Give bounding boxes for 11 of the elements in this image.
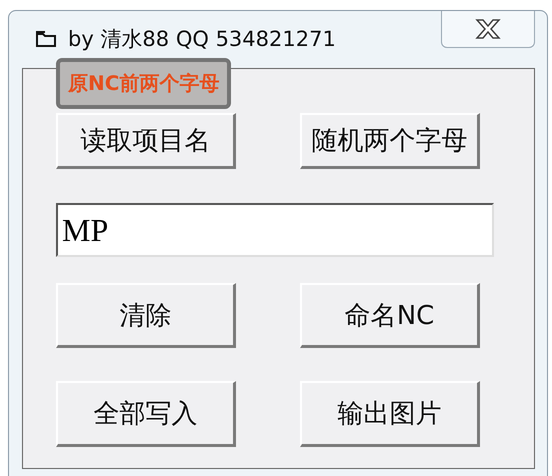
tooltip: 原NC前两个字母 [56, 58, 232, 109]
action-button[interactable]: 随机两个字母 [300, 113, 480, 169]
action-button[interactable]: 命名NC [300, 283, 480, 348]
window-icon [36, 30, 58, 48]
action-button[interactable]: 读取项目名 [56, 113, 236, 169]
action-button[interactable]: 清除 [56, 283, 236, 348]
action-button[interactable]: 输出图片 [300, 381, 480, 447]
window-title: by 清水88 QQ 534821271 [68, 26, 336, 53]
close-button[interactable] [441, 11, 535, 48]
name-field[interactable]: MP [56, 203, 494, 257]
action-button[interactable]: 全部写入 [56, 381, 236, 447]
